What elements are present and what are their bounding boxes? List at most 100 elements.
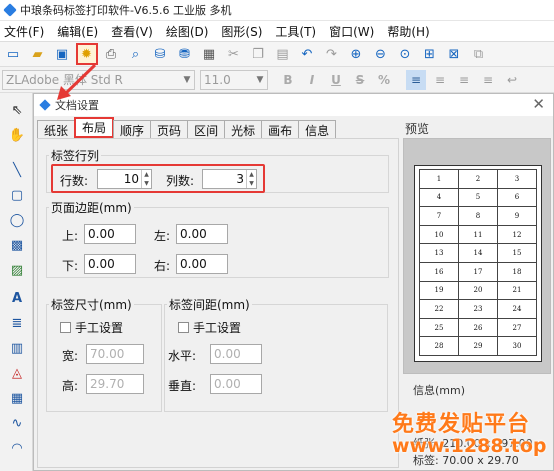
preview-cell: 16 xyxy=(419,261,459,282)
preview-cell: 18 xyxy=(497,261,537,282)
label-gap-manual-checkbox[interactable]: 手工设置 xyxy=(178,319,241,336)
cut-icon[interactable]: ✂ xyxy=(223,43,245,65)
layer-icon[interactable]: ⧉ xyxy=(468,43,490,65)
actual-size-icon[interactable]: ⊠ xyxy=(443,43,465,65)
tab-layout[interactable]: 布局 xyxy=(74,117,115,138)
print-icon[interactable]: ⎙ xyxy=(100,43,122,65)
preview-cell: 4 xyxy=(419,187,459,208)
bold-button[interactable]: B xyxy=(278,73,298,87)
zoom-fit-icon[interactable]: ⊙ xyxy=(394,43,416,65)
rich-text-tool-icon[interactable]: ≣ xyxy=(6,312,28,334)
label-height-input[interactable]: 29.70 xyxy=(86,374,144,394)
arc-tool-icon[interactable]: ◠ xyxy=(6,437,28,459)
picture-tool-icon[interactable]: ▨ xyxy=(6,259,28,281)
qrcode-tool-icon[interactable]: ▦ xyxy=(6,387,28,409)
window-title: 中琅条码标签打印软件-V6.5.6 工业版 多机 xyxy=(20,4,232,17)
tab-canvas[interactable]: 画布 xyxy=(261,120,300,139)
strikethrough-button[interactable]: S xyxy=(350,73,370,87)
gap-vertical-input[interactable]: 0.00 xyxy=(210,374,262,394)
curve-tool-icon[interactable]: ∿ xyxy=(6,412,28,434)
align-right-icon[interactable]: ≡ xyxy=(454,70,474,90)
drawing-tools-sidebar: ⇖ ✋ ╲ ▢ ◯ ▩ ▨ A ≣ ▥ ◬ ▦ ∿ ◠ xyxy=(0,93,33,471)
italic-button[interactable]: I xyxy=(302,73,322,87)
menu-view[interactable]: 查看(V) xyxy=(111,23,153,40)
margin-bottom-label: 下: xyxy=(62,259,79,273)
label-size-legend: 标签尺寸(mm) xyxy=(51,298,132,312)
tab-page-number[interactable]: 页码 xyxy=(150,120,189,139)
margin-left-input[interactable]: 0.00 xyxy=(176,224,228,244)
underline-button[interactable]: U xyxy=(326,73,346,87)
align-left-icon[interactable]: ≡ xyxy=(406,69,426,90)
menu-tools[interactable]: 工具(T) xyxy=(275,23,316,40)
font-size-select[interactable]: 11.0 ▼ xyxy=(200,69,268,90)
percent-button[interactable]: % xyxy=(374,73,394,87)
checkbox-box xyxy=(178,322,189,333)
hand-icon[interactable]: ✋ xyxy=(6,124,28,146)
preview-cell: 9 xyxy=(497,206,537,226)
shape-tool-icon[interactable]: ◬ xyxy=(6,362,28,384)
info-legend: 信息(mm) xyxy=(413,384,466,397)
preview-cell: 19 xyxy=(419,280,459,301)
align-center-icon[interactable]: ≡ xyxy=(430,70,450,90)
label-size-manual-label: 手工设置 xyxy=(75,321,124,335)
ellipse-tool-icon[interactable]: ◯ xyxy=(6,209,28,231)
checkbox-box xyxy=(60,322,71,333)
margin-top-label: 上: xyxy=(62,229,79,243)
menu-draw[interactable]: 绘图(D) xyxy=(166,23,209,40)
layout-tab-panel: 标签行列 行数: 10 ▲ ▼ 列数: 3 ▲ ▼ 页面边距(mm) 上: 0.00… xyxy=(37,138,399,468)
preview-cell: 15 xyxy=(497,243,537,263)
print-preview-icon[interactable]: ⌕ xyxy=(125,43,147,65)
tab-cursor[interactable]: 光标 xyxy=(224,120,263,139)
menu-window[interactable]: 窗口(W) xyxy=(329,23,374,40)
grid-icon[interactable]: ▦ xyxy=(198,43,220,65)
preview-cell: 14 xyxy=(458,243,498,263)
rows-stepper[interactable]: 10 ▲ ▼ xyxy=(97,169,152,189)
gap-horizontal-label: 水平: xyxy=(168,349,197,363)
select-all-icon[interactable]: ⊞ xyxy=(419,43,441,65)
menu-shape[interactable]: 图形(S) xyxy=(221,23,262,40)
data-source-icon[interactable]: ⛃ xyxy=(174,43,196,65)
copy-icon[interactable]: ❐ xyxy=(247,43,269,65)
tab-info[interactable]: 信息 xyxy=(298,120,337,139)
margin-bottom-input[interactable]: 0.00 xyxy=(84,254,136,274)
rows-value: 10 xyxy=(123,172,139,186)
line-tool-icon[interactable]: ╲ xyxy=(6,159,28,181)
menu-edit[interactable]: 编辑(E) xyxy=(57,23,98,40)
preview-cell: 29 xyxy=(458,336,498,356)
margin-right-input[interactable]: 0.00 xyxy=(176,254,228,274)
zoom-out-icon[interactable]: ⊖ xyxy=(370,43,392,65)
redo-icon[interactable]: ↷ xyxy=(321,43,343,65)
image-tool-icon[interactable]: ▩ xyxy=(6,234,28,256)
gap-horizontal-input[interactable]: 0.00 xyxy=(210,344,262,364)
annotation-arrow xyxy=(57,63,97,100)
new-document-icon[interactable]: ▭ xyxy=(2,43,24,65)
menu-help[interactable]: 帮助(H) xyxy=(387,23,429,40)
tab-paper[interactable]: 纸张 xyxy=(37,120,76,139)
preview-cell: 27 xyxy=(497,317,537,338)
label-size-manual-checkbox[interactable]: 手工设置 xyxy=(60,319,123,336)
margin-top-input[interactable]: 0.00 xyxy=(84,224,136,244)
zoom-in-icon[interactable]: ⊕ xyxy=(345,43,367,65)
barcode-tool-icon[interactable]: ▥ xyxy=(6,337,28,359)
tab-range[interactable]: 区间 xyxy=(187,120,226,139)
rectangle-tool-icon[interactable]: ▢ xyxy=(6,184,28,206)
align-justify-icon[interactable]: ≡ xyxy=(478,70,498,90)
wrap-text-icon[interactable]: ↩ xyxy=(502,70,522,90)
paste-icon[interactable]: ▤ xyxy=(272,43,294,65)
open-folder-icon[interactable]: ▰ xyxy=(27,43,49,65)
cols-stepper[interactable]: 3 ▲ ▼ xyxy=(202,169,257,189)
database-icon[interactable]: ⛁ xyxy=(149,43,171,65)
pointer-icon[interactable]: ⇖ xyxy=(6,99,28,121)
rows-spin-arrows[interactable]: ▲ ▼ xyxy=(141,170,151,188)
font-size-value: 11.0 xyxy=(204,72,231,87)
cols-spin-arrows[interactable]: ▲ ▼ xyxy=(246,170,256,188)
label-width-input[interactable]: 70.00 xyxy=(86,344,144,364)
undo-icon[interactable]: ↶ xyxy=(296,43,318,65)
preview-cell: 7 xyxy=(419,206,459,226)
tab-order[interactable]: 顺序 xyxy=(113,120,152,139)
menu-file[interactable]: 文件(F) xyxy=(4,23,44,40)
close-icon[interactable]: ✕ xyxy=(532,95,545,113)
watermark-line1: 免费发贴平台 xyxy=(392,412,531,437)
preview-cell: 21 xyxy=(497,280,537,301)
text-tool-icon[interactable]: A xyxy=(6,287,28,309)
